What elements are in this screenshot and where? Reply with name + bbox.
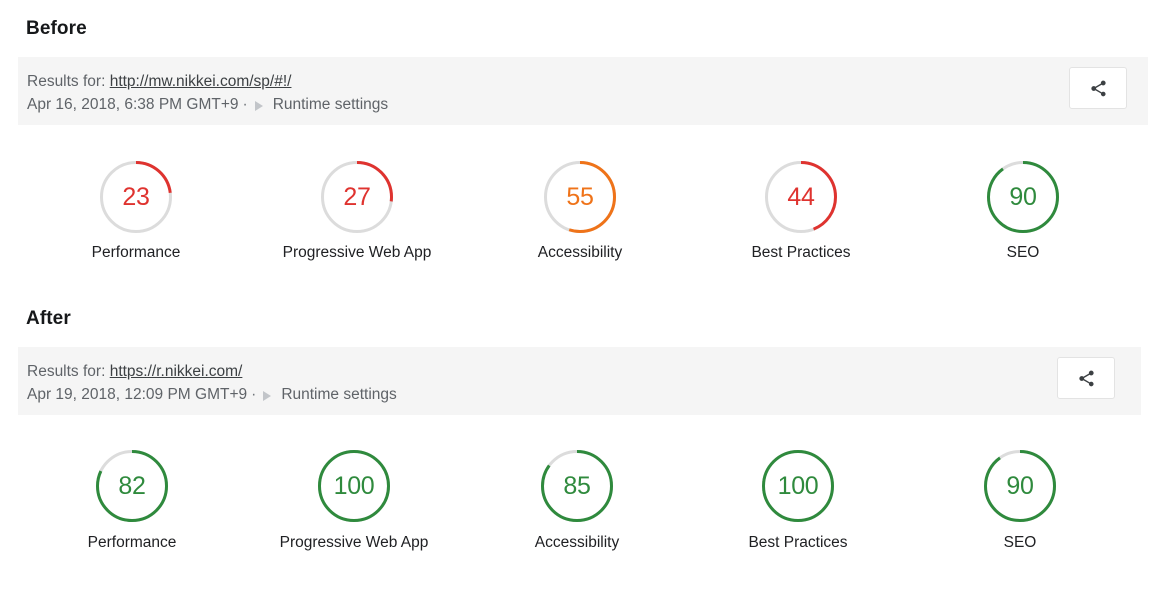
score-label: Progressive Web App [279, 534, 429, 551]
score-gauge: 100 [762, 450, 834, 522]
score-item[interactable]: 55 Accessibility [538, 161, 622, 262]
score-gauge: 90 [984, 450, 1056, 522]
chevron-right-icon[interactable] [263, 390, 272, 401]
score-gauge: 23 [100, 161, 172, 233]
section-heading-before: Before [26, 18, 87, 39]
share-icon [1078, 370, 1094, 386]
share-icon [1090, 80, 1106, 96]
score-item[interactable]: 44 Best Practices [751, 161, 851, 262]
score-value: 27 [343, 182, 371, 211]
meta-separator: · [251, 386, 257, 404]
report-url-link[interactable]: http://mw.nikkei.com/sp/#!/ [110, 73, 292, 90]
score-label: Best Practices [751, 244, 851, 261]
results-for-label: Results for: [27, 73, 106, 90]
score-item[interactable]: 90 SEO [984, 450, 1056, 552]
score-label: SEO [1006, 244, 1040, 261]
score-item[interactable]: 27 Progressive Web App [283, 161, 431, 262]
report-meta-after: Results for: https://r.nikkei.com/ Apr 1… [18, 347, 397, 407]
report-header-before: Results for: http://mw.nikkei.com/sp/#!/… [18, 57, 1148, 125]
report-timestamp: Apr 16, 2018, 6:38 PM GMT+9 [27, 96, 239, 114]
score-gauge: 82 [96, 450, 168, 522]
section-heading-after: After [26, 308, 71, 329]
runtime-settings-toggle[interactable]: Runtime settings [281, 384, 396, 406]
results-for-line: Results for: https://r.nikkei.com/ [27, 361, 397, 383]
score-gauge: 44 [765, 161, 837, 233]
score-value: 90 [1006, 471, 1034, 500]
runtime-settings-toggle[interactable]: Runtime settings [273, 94, 388, 116]
results-for-line: Results for: http://mw.nikkei.com/sp/#!/ [27, 71, 388, 93]
meta-separator: · [242, 96, 248, 114]
score-value: 82 [118, 471, 146, 500]
score-item[interactable]: 82 Performance [88, 450, 176, 552]
report-url-link[interactable]: https://r.nikkei.com/ [110, 363, 243, 380]
score-label: Best Practices [748, 534, 848, 551]
score-gauge: 90 [987, 161, 1059, 233]
score-item[interactable]: 85 Accessibility [535, 450, 619, 552]
score-gauge: 55 [544, 161, 616, 233]
score-value: 85 [563, 471, 591, 500]
report-timestamp-line: Apr 16, 2018, 6:38 PM GMT+9 · Runtime se… [27, 94, 388, 116]
report-timestamp-line: Apr 19, 2018, 12:09 PM GMT+9 · Runtime s… [27, 384, 397, 406]
score-label: Accessibility [534, 534, 620, 551]
score-label: SEO [1003, 534, 1037, 551]
score-value: 100 [333, 471, 375, 500]
report-meta-before: Results for: http://mw.nikkei.com/sp/#!/… [18, 57, 388, 117]
lighthouse-comparison-page: Before Results for: http://mw.nikkei.com… [0, 0, 1169, 594]
score-label: Accessibility [537, 244, 623, 261]
report-timestamp: Apr 19, 2018, 12:09 PM GMT+9 [27, 386, 248, 404]
score-item[interactable]: 100 Best Practices [748, 450, 848, 552]
score-label: Performance [91, 244, 181, 261]
score-value: 100 [777, 471, 819, 500]
score-gauge: 100 [318, 450, 390, 522]
score-item[interactable]: 23 Performance [92, 161, 180, 262]
share-button[interactable] [1069, 67, 1127, 109]
results-for-label: Results for: [27, 363, 106, 380]
chevron-right-icon[interactable] [254, 100, 263, 111]
score-label: Performance [87, 534, 177, 551]
score-value: 55 [566, 182, 594, 211]
report-header-after: Results for: https://r.nikkei.com/ Apr 1… [18, 347, 1141, 415]
score-gauge: 85 [541, 450, 613, 522]
score-item[interactable]: 100 Progressive Web App [280, 450, 428, 552]
score-item[interactable]: 90 SEO [987, 161, 1059, 262]
score-gauge: 27 [321, 161, 393, 233]
score-label: Progressive Web App [282, 244, 432, 261]
score-value: 90 [1009, 182, 1037, 211]
score-value: 44 [787, 182, 815, 211]
share-button[interactable] [1057, 357, 1115, 399]
score-value: 23 [122, 182, 150, 211]
